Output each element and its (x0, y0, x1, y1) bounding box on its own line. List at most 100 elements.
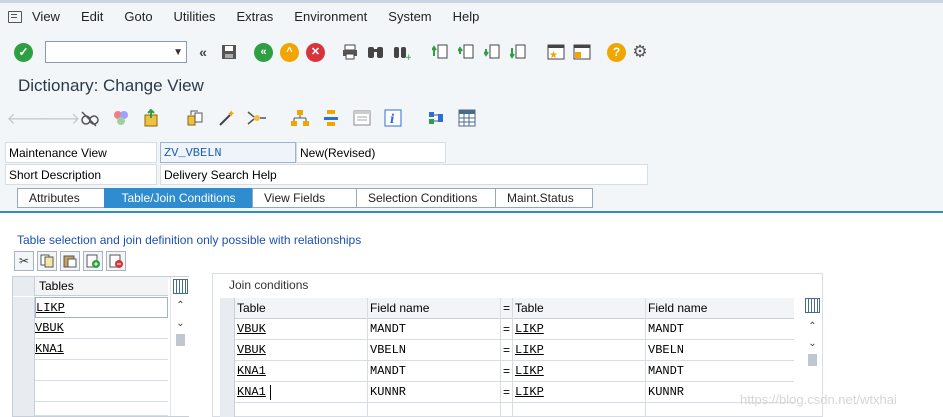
display-object-icon[interactable] (351, 107, 373, 129)
join-field-cell[interactable]: MANDT (646, 361, 794, 382)
table-name-cell[interactable]: VBUK (35, 318, 168, 339)
menu-item-extras[interactable]: Extras (236, 9, 273, 24)
menu-item-view[interactable]: View (32, 9, 60, 24)
table-settings-icon[interactable] (173, 279, 188, 294)
menu-item-system[interactable]: System (388, 9, 431, 24)
select-all-cell[interactable] (220, 298, 235, 319)
tab-view-fields[interactable]: View Fields (252, 188, 356, 208)
insert-row-icon[interactable] (83, 251, 103, 271)
cancel-icon[interactable]: ✕ (306, 42, 325, 62)
join-field-cell[interactable]: VBELN (368, 340, 501, 361)
join-row[interactable]: VBUK VBELN = LIKP VBELN (220, 340, 794, 361)
row-selector[interactable] (13, 381, 35, 402)
table-name-cell[interactable]: KNA1 (35, 339, 168, 360)
maintenance-view-field[interactable]: ZV_VBELN (160, 142, 296, 163)
join-table-cell[interactable]: LIKP (513, 340, 646, 361)
join-row[interactable]: KNA1 MANDT = LIKP MANDT (220, 361, 794, 382)
help-icon[interactable]: ? (607, 42, 626, 62)
window-menu-icon[interactable] (8, 10, 22, 23)
row-selector[interactable] (13, 360, 35, 381)
display-change-icon[interactable] (79, 107, 101, 129)
join-field-cell[interactable]: VBELN (646, 340, 794, 361)
join-field-cell[interactable]: MANDT (646, 319, 794, 340)
join-field-cell[interactable]: KUNNR (368, 382, 501, 403)
join-row[interactable] (220, 403, 794, 417)
back-icon[interactable]: « (254, 42, 273, 62)
active-inactive-icon[interactable] (110, 107, 132, 129)
menu-item-edit[interactable]: Edit (81, 9, 103, 24)
table-name-cell[interactable] (35, 360, 168, 381)
table-settings-icon[interactable] (456, 107, 478, 129)
join-row[interactable]: KNA1 KUNNR = LIKP KUNNR (220, 382, 794, 403)
tab-maint-status[interactable]: Maint.Status (495, 188, 593, 208)
relationships-icon[interactable] (425, 107, 447, 129)
table-name-cell[interactable] (35, 402, 168, 417)
table-row[interactable] (13, 360, 168, 381)
table-row[interactable] (13, 402, 168, 416)
first-page-icon[interactable] (430, 42, 450, 62)
save-icon[interactable] (219, 42, 239, 62)
chevron-down-icon[interactable]: ▼ (173, 47, 183, 58)
scroll-down-icon[interactable]: ⌄ (803, 335, 822, 351)
row-selector[interactable] (13, 402, 35, 416)
table-row[interactable]: LIKP (13, 297, 168, 318)
row-selector[interactable] (220, 340, 235, 361)
table-name-cell[interactable] (35, 381, 168, 402)
print-icon[interactable] (340, 42, 360, 62)
enter-icon[interactable]: ✓ (14, 42, 33, 62)
row-selector[interactable] (13, 339, 35, 360)
tab-table-join-conditions[interactable]: Table/Join Conditions (104, 188, 252, 208)
info-icon[interactable]: i (382, 107, 404, 129)
join-field-cell[interactable] (368, 403, 501, 417)
join-row[interactable]: VBUK MANDT = LIKP MANDT (220, 319, 794, 340)
cut-icon[interactable]: ✂ (14, 251, 34, 271)
join-table-cell[interactable]: LIKP (513, 319, 646, 340)
paste-icon[interactable] (60, 251, 80, 271)
join-table-cell[interactable]: VBUK (235, 319, 368, 340)
previous-page-icon[interactable] (456, 42, 476, 62)
join-table-cell[interactable]: LIKP (513, 382, 646, 403)
select-all-cell[interactable] (13, 277, 35, 296)
menu-item-help[interactable]: Help (453, 9, 480, 24)
table-row[interactable]: KNA1 (13, 339, 168, 360)
scroll-down-icon[interactable]: ⌄ (171, 315, 190, 331)
settings-gear-icon[interactable]: ⚙ (630, 42, 650, 62)
scroll-thumb[interactable] (808, 354, 817, 366)
hierarchy-icon[interactable] (320, 107, 342, 129)
join-field-cell[interactable]: MANDT (368, 361, 501, 382)
scroll-up-icon[interactable]: ⌃ (803, 318, 822, 334)
join-table-cell[interactable] (235, 403, 368, 417)
table-row[interactable] (13, 381, 168, 402)
tables-scrollbar[interactable]: ⌃ ⌄ (170, 277, 189, 416)
short-description-field[interactable]: Delivery Search Help (160, 164, 648, 185)
join-table-cell[interactable] (513, 403, 646, 417)
row-selector[interactable] (220, 319, 235, 340)
tab-attributes[interactable]: Attributes (17, 188, 104, 208)
join-table-cell[interactable]: LIKP (513, 361, 646, 382)
delete-row-icon[interactable] (106, 251, 126, 271)
scroll-thumb[interactable] (176, 334, 185, 346)
row-selector[interactable] (220, 361, 235, 382)
table-row[interactable]: VBUK (13, 318, 168, 339)
other-object-icon[interactable] (141, 107, 163, 129)
join-field-cell[interactable]: MANDT (368, 319, 501, 340)
menu-item-utilities[interactable]: Utilities (174, 9, 216, 24)
join-table-cell[interactable]: KNA1 (235, 361, 368, 382)
menu-item-goto[interactable]: Goto (124, 9, 152, 24)
row-selector[interactable] (220, 382, 235, 403)
menu-item-environment[interactable]: Environment (294, 9, 367, 24)
create-session-icon[interactable]: ★ (546, 42, 566, 62)
row-selector[interactable] (220, 403, 235, 417)
tab-selection-conditions[interactable]: Selection Conditions (356, 188, 495, 208)
command-field[interactable]: ▼ (45, 41, 187, 63)
find-icon[interactable] (366, 42, 386, 62)
where-used-icon[interactable] (246, 107, 268, 129)
table-settings-icon[interactable] (805, 298, 820, 313)
object-list-icon[interactable] (289, 107, 311, 129)
exit-icon[interactable]: ^ (280, 42, 299, 62)
next-page-icon[interactable] (482, 42, 502, 62)
join-table-cell[interactable]: VBUK (235, 340, 368, 361)
scroll-up-icon[interactable]: ⌃ (171, 297, 190, 313)
row-selector[interactable] (13, 318, 35, 339)
copy-icon[interactable] (37, 251, 57, 271)
